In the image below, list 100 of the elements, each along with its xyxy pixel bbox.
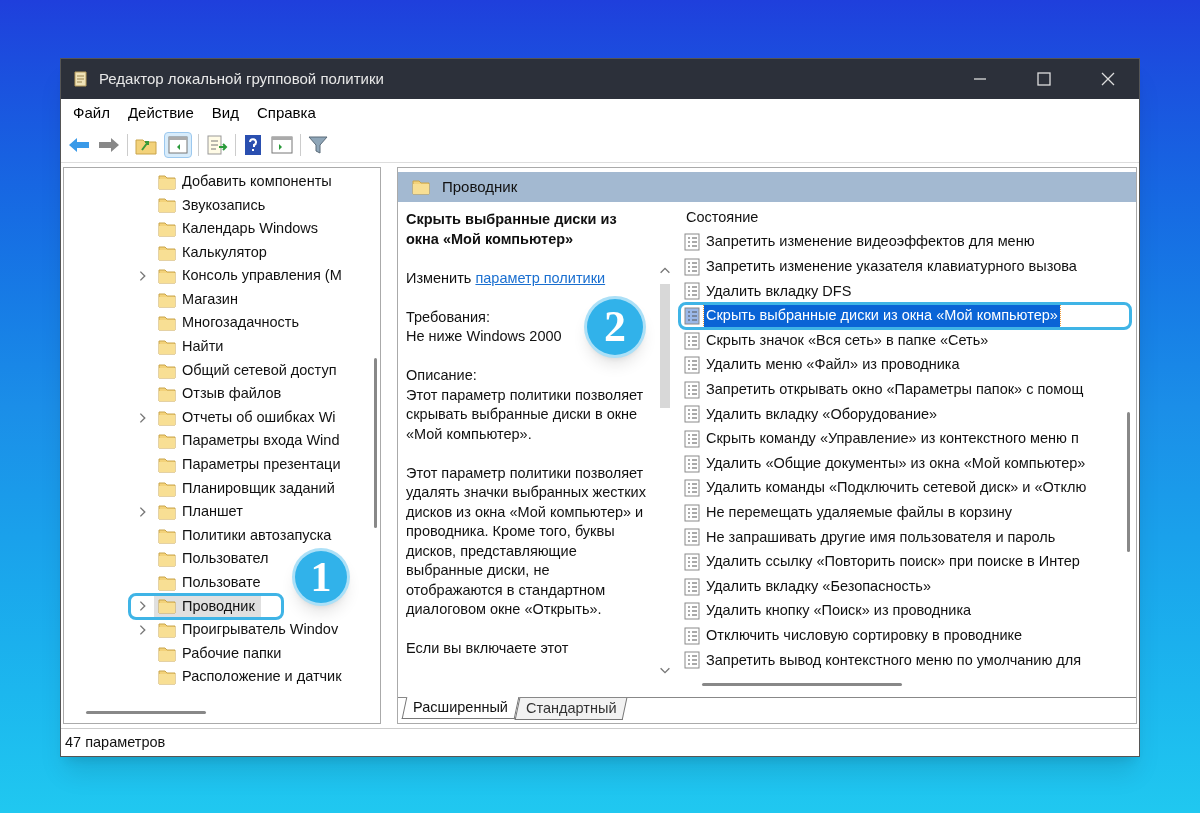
tree-item[interactable]: Многозадачность <box>154 312 305 335</box>
document-icon <box>684 430 700 449</box>
policy-title: Скрыть выбранные диски из окна «Мой компьютер» <box>406 210 618 249</box>
menu-item[interactable]: Действие <box>127 101 194 125</box>
edit-line: Изменить параметр политики <box>406 268 607 288</box>
folder-icon <box>158 480 176 497</box>
folder-icon <box>412 179 430 195</box>
document-icon <box>684 233 700 252</box>
tree-item[interactable]: Рабочие папки <box>154 642 288 665</box>
close-icon[interactable] <box>1101 72 1115 86</box>
folder-icon <box>158 551 176 568</box>
status-text: 47 параметров <box>65 732 166 752</box>
policy-row[interactable]: Скрыть значок «Вся сеть» в папке «Сеть» <box>704 329 991 352</box>
window-title: Редактор локальной групповой политики <box>99 68 384 89</box>
tree-item[interactable]: Проводник <box>154 595 261 618</box>
folder-icon <box>158 433 176 450</box>
tree-item[interactable]: Магазин <box>154 288 244 311</box>
policy-row[interactable]: Удалить ссылку «Повторить поиск» при поиске в Интер <box>704 551 1082 573</box>
tree-item[interactable]: Планировщик заданий <box>154 477 341 500</box>
menu-item[interactable]: Вид <box>211 101 239 125</box>
folder-icon <box>158 645 176 662</box>
export-list-icon[interactable] <box>205 133 229 156</box>
tree-item[interactable]: Отчеты об ошибках Wi <box>154 406 342 429</box>
tree-item[interactable]: Параметры презентаци <box>154 453 347 476</box>
tree-item[interactable]: Пользовател <box>154 548 275 571</box>
policy-row[interactable]: Скрыть выбранные диски из окна «Мой компьютер» <box>704 305 1060 327</box>
folder-icon <box>158 527 176 544</box>
list-horizontal-scrollbar[interactable] <box>702 683 902 686</box>
tree-item[interactable]: Найти <box>154 335 230 358</box>
document-icon <box>684 307 700 326</box>
view-tab[interactable]: Расширенный <box>401 697 520 719</box>
horizontal-scrollbar[interactable] <box>86 711 206 714</box>
menu-item[interactable]: Справка <box>257 101 316 125</box>
folder-icon <box>158 504 176 521</box>
policy-row[interactable]: Запретить вывод контекстного меню по умолчанию для <box>704 649 1084 672</box>
folder-icon <box>158 574 176 591</box>
tree-item[interactable]: Общий сетевой доступ <box>154 359 343 382</box>
scrollbar-thumb[interactable] <box>660 284 670 408</box>
folder-icon <box>158 291 176 308</box>
tree-item[interactable]: Планшет <box>154 501 249 524</box>
description-text: Этот параметр политики позволяет удалять значки выбранных жестких дисков из окна «Мой компьютер» и проводника. Кроме того, буквы дисков, представляющие выбранные диски, не отображаются в стандартном диалоговом окне «Открыть». <box>406 463 647 619</box>
policy-row[interactable]: Удалить «Общие документы» из окна «Мой компьютер» <box>704 452 1088 475</box>
document-icon <box>684 503 700 522</box>
folder-icon <box>158 197 176 214</box>
folder-icon <box>158 598 176 615</box>
policy-row[interactable]: Удалить кнопку «Поиск» из проводника <box>704 600 974 623</box>
document-icon <box>684 602 700 621</box>
panel-toggle-icon[interactable] <box>164 131 192 158</box>
tree-item[interactable]: Политики автозапуска <box>154 524 338 547</box>
tree-item[interactable]: Расположение и датчик <box>154 666 348 689</box>
panel-icon[interactable] <box>270 133 294 156</box>
document-icon <box>684 405 700 424</box>
help-icon[interactable] <box>242 133 264 156</box>
list-scrollbar[interactable] <box>1127 412 1130 552</box>
folder-icon <box>158 409 176 426</box>
description-text: Если вы включаете этот <box>406 639 569 658</box>
policy-row[interactable]: Не запрашивать другие имя пользователя и пароль <box>704 526 1058 549</box>
document-icon <box>684 651 700 670</box>
policy-row[interactable]: Запретить открывать окно «Параметры папок» с помощ <box>704 379 1086 401</box>
vertical-scrollbar[interactable] <box>374 358 377 528</box>
filter-icon[interactable] <box>307 133 329 156</box>
view-tab[interactable]: Стандартный <box>514 698 628 720</box>
tree-item[interactable]: Проигрыватель Windov <box>154 619 345 642</box>
policy-row[interactable]: Удалить вкладку «Безопасность» <box>704 575 933 598</box>
tree-item[interactable]: Календарь Windows <box>154 218 325 240</box>
document-icon <box>684 454 700 473</box>
policy-row[interactable]: Отключить числовую сортировку в проводнике <box>704 624 1025 647</box>
header-title: Проводник <box>442 176 518 197</box>
menu-item[interactable]: Файл <box>73 101 110 125</box>
tree-item[interactable]: Консоль управления (M <box>154 265 348 288</box>
folder-icon <box>158 456 176 473</box>
tree-item[interactable]: Параметры входа Wind <box>154 430 346 453</box>
policy-row[interactable]: Скрыть команду «Управление» из контекстного меню п <box>704 428 1081 450</box>
folder-icon <box>158 244 176 261</box>
document-icon <box>684 331 700 350</box>
policy-row[interactable]: Удалить вкладку «Оборудование» <box>704 403 940 426</box>
folder-icon <box>158 362 176 379</box>
policy-row[interactable]: Запретить изменение видеоэффектов для меню <box>704 231 1037 254</box>
folder-icon <box>158 386 176 403</box>
document-icon <box>684 257 700 276</box>
document-icon <box>684 380 700 399</box>
column-header[interactable]: Состояние <box>684 206 1136 230</box>
tree-item[interactable]: Звукозапись <box>154 194 272 217</box>
policy-link[interactable]: параметр политики <box>475 269 606 286</box>
policy-row[interactable]: Удалить вкладку DFS <box>704 280 854 303</box>
policy-row[interactable]: Удалить команды «Подключить сетевой диск» и «Отклю <box>704 477 1089 500</box>
folder-icon <box>158 338 176 355</box>
folder-icon <box>158 221 176 237</box>
folder-icon <box>158 669 176 686</box>
tree-item[interactable]: Калькулятор <box>154 241 273 264</box>
policy-row[interactable]: Удалить меню «Файл» из проводника <box>704 354 962 377</box>
tree-item[interactable]: Добавить компоненты <box>154 170 338 193</box>
policy-row[interactable]: Запретить изменение указателя клавиатурного вызова <box>704 256 1079 278</box>
tree-item[interactable]: Пользовате <box>154 571 267 594</box>
document-icon <box>684 577 700 596</box>
policy-row[interactable]: Не перемещать удаляемые файлы в корзину <box>704 501 1014 524</box>
maximize-icon[interactable] <box>1037 72 1051 86</box>
tree-item[interactable]: Отзыв файлов <box>154 383 288 406</box>
description-text: Требования: Не ниже Windows 2000 <box>406 307 562 346</box>
document-icon <box>684 356 700 375</box>
